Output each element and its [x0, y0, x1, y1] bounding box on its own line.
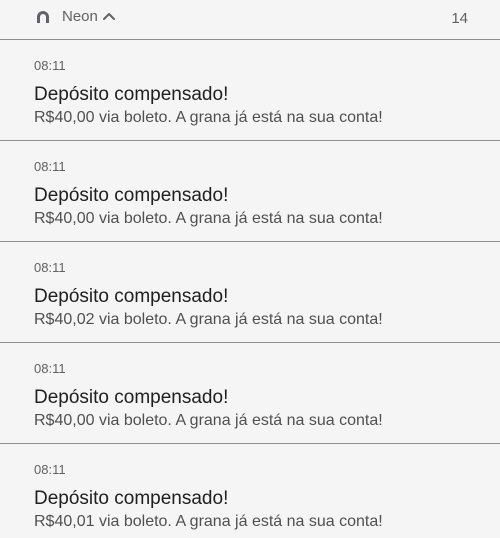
notification-title: Depósito compensado! — [34, 185, 229, 206]
notification-item[interactable]: 08:11 Depósito compensado! R$40,01 via b… — [0, 444, 500, 538]
chevron-up-icon[interactable] — [102, 9, 116, 23]
notification-item[interactable]: 08:11 Depósito compensado! R$40,00 via b… — [0, 343, 500, 444]
notification-body: R$40,01 via boleto. A grana já está na s… — [34, 513, 383, 530]
notification-title: Depósito compensado! — [34, 84, 229, 105]
notification-title: Depósito compensado! — [34, 488, 229, 509]
notification-time: 08:11 — [34, 58, 66, 73]
notification-title: Depósito compensado! — [34, 286, 229, 307]
notification-title: Depósito compensado! — [34, 387, 229, 408]
notification-count: 14 — [451, 10, 468, 27]
notification-item[interactable]: 08:11 Depósito compensado! R$40,00 via b… — [0, 40, 500, 141]
notification-time: 08:11 — [34, 159, 66, 174]
notification-body: R$40,00 via boleto. A grana já está na s… — [34, 109, 383, 126]
notification-time: 08:11 — [34, 260, 66, 275]
notification-shade: Neon 14 08:11 Depósito compensado! R$40,… — [0, 0, 500, 538]
app-name: Neon — [62, 8, 98, 25]
notification-item[interactable]: 08:11 Depósito compensado! R$40,02 via b… — [0, 242, 500, 343]
notification-time: 08:11 — [34, 462, 66, 477]
neon-logo-icon — [37, 11, 49, 23]
notification-item[interactable]: 08:11 Depósito compensado! R$40,00 via b… — [0, 141, 500, 242]
notification-body: R$40,00 via boleto. A grana já está na s… — [34, 210, 383, 227]
notification-group-header[interactable]: Neon 14 — [0, 0, 500, 40]
notification-body: R$40,00 via boleto. A grana já está na s… — [34, 412, 383, 429]
notification-body: R$40,02 via boleto. A grana já está na s… — [34, 311, 383, 328]
notification-time: 08:11 — [34, 361, 66, 376]
